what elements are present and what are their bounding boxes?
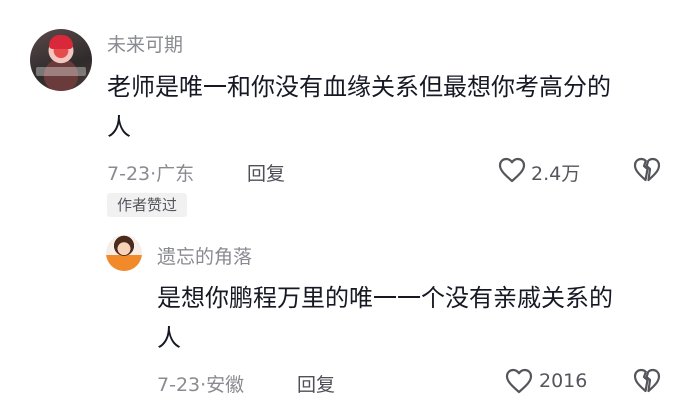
avatar-hat-shape [49,35,73,49]
commenter-avatar[interactable] [30,29,92,91]
commenter-username[interactable]: 未来可期 [107,30,183,57]
heart-outline-icon[interactable] [505,368,533,394]
comment-location: 广东 [156,163,195,185]
broken-heart-icon[interactable] [633,368,661,394]
replier-avatar[interactable] [106,235,142,271]
comment-text-line-2: 人 [107,113,131,141]
reply-text-line-2: 人 [157,324,181,352]
replier-username[interactable]: 遗忘的角落 [157,242,252,269]
reply-button[interactable]: 回复 [247,159,285,186]
author-liked-badge: 作者赞过 [107,193,187,217]
comment-meta: 7-23·广东 [107,159,194,186]
like-count: 2.4万 [531,163,581,185]
reply-reply-button[interactable]: 回复 [297,370,335,397]
comment-text-line-1: 老师是唯一和你没有血缘关系但最想你考高分的 [107,73,611,101]
reply-text-line-1: 是想你鹏程万里的唯一一个没有亲戚关系的 [157,284,613,312]
reply-like-count: 2016 [539,370,588,392]
reply-meta: 7-23·安徽 [157,370,244,397]
reply-text[interactable]: 是想你鹏程万里的唯一一个没有亲戚关系的 人 [157,278,667,358]
avatar-caption-strip [36,67,86,76]
heart-outline-icon[interactable] [498,157,526,183]
reply-location: 安徽 [206,374,245,396]
comment-text[interactable]: 老师是唯一和你没有血缘关系但最想你考高分的 人 [107,67,667,147]
reply-date: 7-23 [157,374,201,396]
broken-heart-icon[interactable] [633,157,661,183]
comment-date: 7-23 [107,163,151,185]
